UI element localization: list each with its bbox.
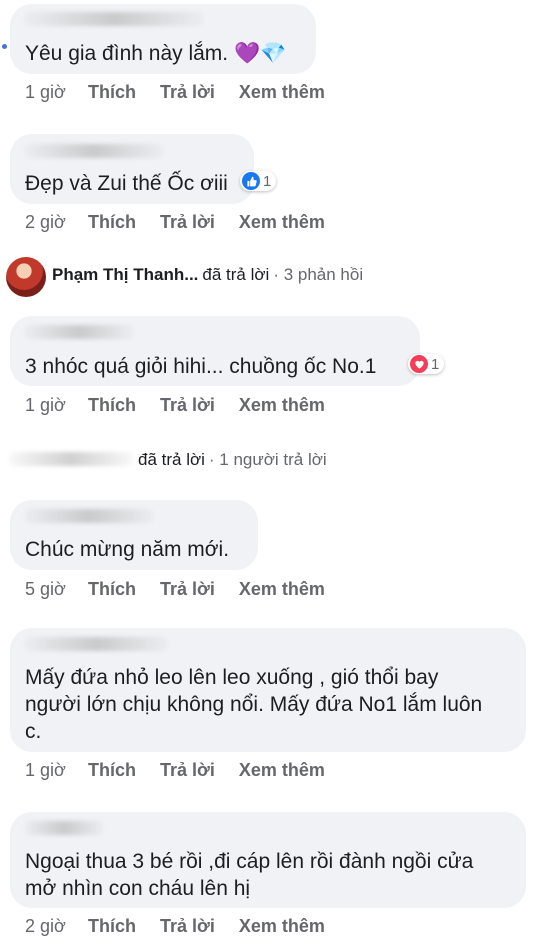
like-link[interactable]: Thích <box>88 395 136 416</box>
comment-time[interactable]: 1 giờ <box>25 395 88 416</box>
author-name-redacted <box>24 325 134 339</box>
see-more-link[interactable]: Xem thêm <box>239 760 325 781</box>
reply-link[interactable]: Trả lời <box>160 212 215 233</box>
reaction-count[interactable]: 1 <box>240 171 277 191</box>
see-more-link[interactable]: Xem thêm <box>239 395 325 416</box>
reply-link[interactable]: Trả lời <box>160 916 215 937</box>
author-name-redacted <box>24 12 204 26</box>
comment-actions: 2 giờ Thích Trả lời Xem thêm <box>25 916 349 937</box>
comment-text: Yêu gia đình này lắm. 💜💎 <box>25 42 287 65</box>
comment-time[interactable]: 1 giờ <box>25 82 88 103</box>
replied-label: đã trả lời <box>202 265 270 284</box>
comment-actions: 1 giờ Thích Trả lời Xem thêm <box>25 760 349 781</box>
reply-link[interactable]: Trả lời <box>160 82 215 103</box>
comment-actions: 2 giờ Thích Trả lời Xem thêm <box>25 212 349 233</box>
comment-time[interactable]: 5 giờ <box>25 579 88 600</box>
comment-time[interactable]: 2 giờ <box>25 212 88 233</box>
comment-actions: 1 giờ Thích Trả lời Xem thêm <box>25 82 349 103</box>
author-name-redacted <box>24 509 154 523</box>
like-link[interactable]: Thích <box>88 212 136 233</box>
avatar[interactable] <box>6 257 46 297</box>
thread-indicator <box>2 44 7 49</box>
comment-actions: 5 giờ Thích Trả lời Xem thêm <box>25 579 349 600</box>
comment-text: Chúc mừng năm mới. <box>25 538 230 561</box>
reply-link[interactable]: Trả lời <box>160 395 215 416</box>
reaction-count[interactable]: 1 <box>408 354 445 374</box>
reaction-number: 1 <box>431 355 440 373</box>
see-more-link[interactable]: Xem thêm <box>239 212 325 233</box>
replier-redacted <box>8 452 134 466</box>
comment-text: Đẹp và Zui thế Ốc ơiii <box>25 172 228 195</box>
like-link[interactable]: Thích <box>88 579 136 600</box>
see-more-link[interactable]: Xem thêm <box>239 82 325 103</box>
like-link[interactable]: Thích <box>88 82 136 103</box>
replied-label: đã trả lời <box>138 450 205 469</box>
author-name-redacted <box>24 637 169 651</box>
comment-time[interactable]: 1 giờ <box>25 760 88 781</box>
see-more-link[interactable]: Xem thêm <box>239 916 325 937</box>
like-reaction-icon <box>242 172 260 190</box>
reply-count: · 3 phản hồi <box>273 265 364 284</box>
reply-link[interactable]: Trả lời <box>160 579 215 600</box>
view-replies-link[interactable]: Phạm Thị Thanh... đã trả lời · 3 phản hồ… <box>52 265 363 285</box>
comment-time[interactable]: 2 giờ <box>25 916 88 937</box>
love-reaction-icon <box>410 355 428 373</box>
comment-text: 3 nhóc quá giỏi hihi... chuồng ốc No.1 <box>25 355 377 378</box>
reply-count: · 1 người trả lời <box>208 450 327 469</box>
like-link[interactable]: Thích <box>88 760 136 781</box>
comment-actions: 1 giờ Thích Trả lời Xem thêm <box>25 395 349 416</box>
comment-text: Mấy đứa nhỏ leo lên leo xuống , gió thổi… <box>25 666 483 743</box>
author-name-redacted <box>24 144 164 158</box>
see-more-link[interactable]: Xem thêm <box>239 579 325 600</box>
reaction-number: 1 <box>263 172 272 190</box>
reply-link[interactable]: Trả lời <box>160 760 215 781</box>
author-name-redacted <box>24 821 104 835</box>
replier-name: Phạm Thị Thanh... <box>52 265 199 284</box>
comment-text: Ngoại thua 3 bé rồi ,đi cáp lên rồi đành… <box>25 850 474 900</box>
view-replies-link[interactable]: đã trả lời · 1 người trả lời <box>134 450 327 470</box>
like-link[interactable]: Thích <box>88 916 136 937</box>
